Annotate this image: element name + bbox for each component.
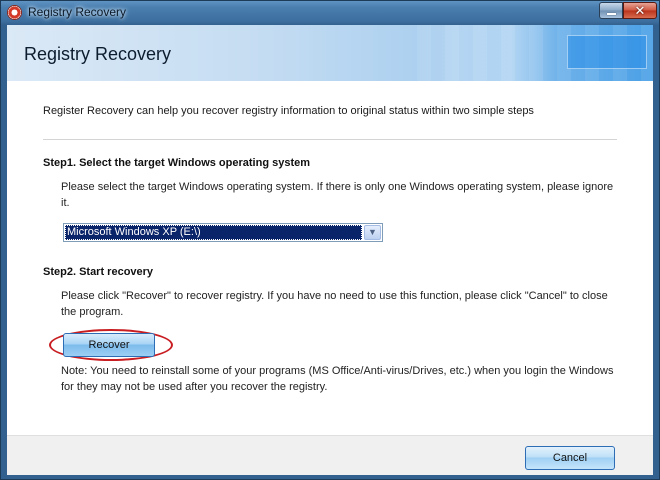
footer-bar: Cancel — [7, 435, 653, 475]
cancel-button[interactable]: Cancel — [525, 446, 615, 470]
divider — [43, 139, 617, 140]
os-select[interactable]: Microsoft Windows XP (E:\) ▼ — [63, 223, 383, 242]
header-banner: Registry Recovery — [7, 25, 653, 81]
chevron-down-icon[interactable]: ▼ — [364, 225, 381, 240]
registry-recovery-window: Registry Recovery ✕ Registry Recovery Re… — [0, 0, 660, 480]
step1-title: Step1. Select the target Windows operati… — [43, 157, 311, 169]
step1-description: Please select the target Windows operati… — [61, 181, 614, 209]
banner-graphic — [567, 35, 647, 69]
window-title: Registry Recovery — [28, 5, 127, 19]
intro-text: Register Recovery can help you recover r… — [43, 105, 534, 117]
close-icon: ✕ — [634, 3, 646, 18]
recovery-note: Note: You need to reinstall some of your… — [61, 365, 614, 393]
close-button[interactable]: ✕ — [623, 2, 657, 19]
step2-title: Step2. Start recovery — [43, 266, 154, 278]
lifebuoy-icon — [7, 5, 22, 20]
minimize-button[interactable] — [599, 2, 623, 19]
minimize-icon — [607, 13, 616, 15]
main-content: Register Recovery can help you recover r… — [7, 81, 653, 435]
recover-button[interactable]: Recover — [63, 333, 155, 357]
os-select-value: Microsoft Windows XP (E:\) — [65, 225, 362, 240]
page-title: Registry Recovery — [24, 44, 172, 64]
step2-description: Please click "Recover" to recover regist… — [61, 290, 608, 318]
title-bar[interactable]: Registry Recovery ✕ — [1, 1, 659, 25]
